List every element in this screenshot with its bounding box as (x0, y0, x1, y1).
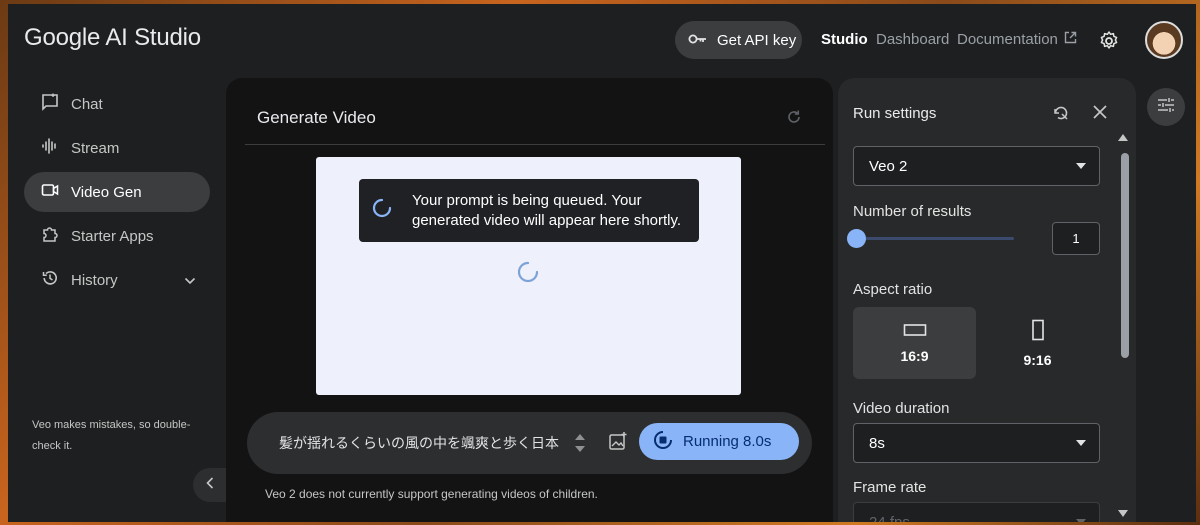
frame-rate-select-value: 24 fps (869, 513, 910, 523)
duration-select-value: 8s (869, 434, 885, 452)
gear-icon[interactable] (1098, 30, 1120, 52)
get-api-key-button[interactable]: Get API key (675, 21, 802, 59)
tune-settings-button[interactable] (1147, 88, 1185, 126)
number-of-results-label: Number of results (853, 203, 972, 220)
aspect-ratio-label: Aspect ratio (853, 281, 933, 298)
nav-documentation[interactable]: Documentation (957, 31, 1077, 48)
expand-toggle-icon[interactable] (573, 431, 587, 460)
queued-message: Your prompt is being queued. Your genera… (412, 191, 682, 229)
video-icon (41, 181, 59, 203)
sidebar-item-label: History (71, 271, 118, 289)
portrait-icon (1031, 319, 1045, 344)
generate-video-panel: Generate Video Your prompt is being queu… (226, 78, 833, 522)
aspect-option-label: 9:16 (1023, 351, 1052, 368)
running-label: Running 8.0s (683, 433, 772, 450)
key-icon (688, 32, 708, 49)
loading-spinner-icon (516, 260, 540, 289)
dropdown-caret-icon (1076, 519, 1086, 522)
frame-rate-label: Frame rate (853, 479, 927, 496)
duration-select[interactable]: 8s (853, 423, 1100, 463)
get-api-key-label: Get API key (717, 31, 797, 49)
top-bar: Google AI Studio Get API key Studio Dash… (8, 4, 1196, 74)
sidebar-item-label: Stream (71, 139, 120, 157)
stop-icon (653, 430, 673, 454)
sidebar-item-label: Video Gen (71, 183, 142, 201)
reset-settings-icon[interactable] (1052, 104, 1070, 127)
scroll-up-arrow[interactable] (1118, 134, 1128, 141)
sidebar-item-label: Chat (71, 95, 103, 113)
scrollbar-thumb[interactable] (1121, 153, 1129, 358)
stream-icon (41, 137, 59, 159)
aspect-option-9-16[interactable]: 9:16 (976, 307, 1099, 379)
divider (245, 144, 825, 145)
logo-ai-studio: AI Studio (100, 24, 201, 51)
results-slider-thumb[interactable] (847, 229, 866, 248)
prompt-bar: 髪が揺れるくらいの風の中を颯爽と歩く日本 Running 8.0s (247, 412, 812, 474)
page-title: Generate Video (257, 108, 376, 127)
dropdown-caret-icon (1076, 163, 1086, 169)
close-icon[interactable] (1092, 104, 1108, 125)
model-select[interactable]: Veo 2 (853, 146, 1100, 186)
chevron-down-icon[interactable] (184, 272, 196, 289)
video-duration-label: Video duration (853, 400, 950, 417)
sidebar-item-chat[interactable]: Chat (24, 84, 210, 124)
run-settings-panel: Run settings Veo 2 Number of results 1 A… (838, 78, 1136, 522)
children-disclaimer: Veo 2 does not currently support generat… (265, 487, 598, 501)
nav-studio[interactable]: Studio (821, 31, 868, 48)
avatar[interactable] (1145, 21, 1183, 59)
collapse-sidebar-button[interactable] (193, 468, 227, 502)
add-image-icon[interactable] (608, 431, 628, 456)
sidebar-item-label: Starter Apps (71, 227, 154, 245)
sidebar-item-video-gen[interactable]: Video Gen (24, 172, 210, 212)
refresh-icon[interactable] (786, 109, 802, 130)
logo[interactable]: Google AI Studio (24, 24, 201, 52)
scroll-down-arrow[interactable] (1118, 510, 1128, 517)
aspect-option-label: 16:9 (900, 347, 929, 364)
aspect-option-16-9[interactable]: 16:9 (853, 307, 976, 379)
prompt-input[interactable]: 髪が揺れるくらいの風の中を颯爽と歩く日本 (279, 433, 561, 453)
run-settings-title: Run settings (853, 105, 937, 122)
results-slider-track[interactable] (853, 237, 1014, 240)
logo-google: Google (24, 24, 101, 51)
chevron-left-icon (206, 476, 214, 494)
tune-icon (1157, 97, 1175, 118)
sidebar-item-stream[interactable]: Stream (24, 128, 210, 168)
sidebar-item-history[interactable]: History (24, 260, 210, 300)
sidebar-item-starter-apps[interactable]: Starter Apps (24, 216, 210, 256)
queued-toast: Your prompt is being queued. Your genera… (359, 179, 699, 242)
running-button[interactable]: Running 8.0s (639, 423, 799, 460)
external-link-icon (1064, 31, 1077, 48)
history-icon (41, 269, 59, 291)
model-select-value: Veo 2 (869, 157, 908, 175)
nav-dashboard[interactable]: Dashboard (876, 31, 949, 48)
nav-documentation-label: Documentation (957, 31, 1058, 48)
results-number-input[interactable]: 1 (1052, 222, 1100, 255)
app-window: Google AI Studio Get API key Studio Dash… (8, 4, 1196, 522)
frame-rate-select[interactable]: 24 fps (853, 502, 1100, 522)
sidebar: Chat Stream Video Gen Starter Apps Histo… (24, 84, 210, 304)
sidebar-disclaimer: Veo makes mistakes, so double-check it. (32, 419, 191, 452)
landscape-icon (903, 323, 927, 340)
spinner-icon (371, 197, 393, 224)
puzzle-icon (41, 225, 59, 247)
video-preview: Your prompt is being queued. Your genera… (316, 157, 741, 395)
chat-icon (41, 93, 59, 115)
dropdown-caret-icon (1076, 440, 1086, 446)
